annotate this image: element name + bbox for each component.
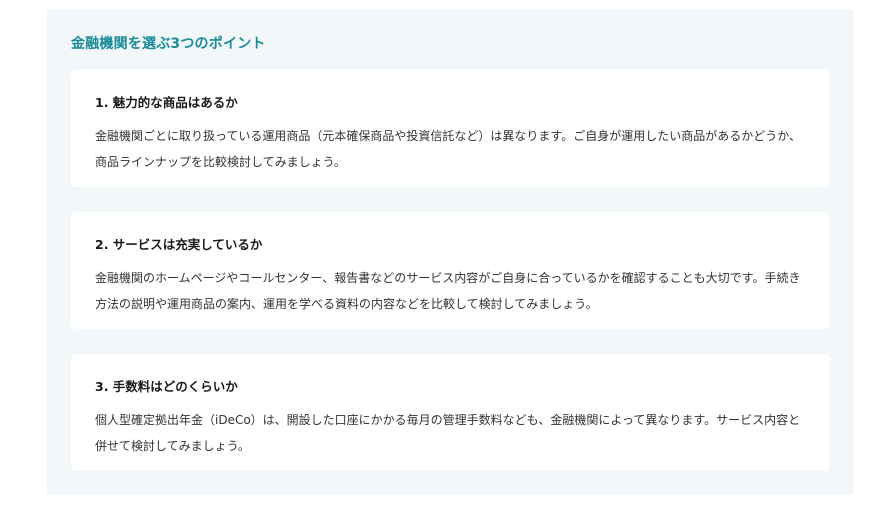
point-card-1: 1. 魅力的な商品はあるか 金融機関ごとに取り扱っている運用商品（元本確保商品や… [71,70,830,187]
point-card-2: 2. サービスは充実しているか 金融機関のホームページやコールセンター、報告書な… [71,212,830,329]
section-title: 金融機関を選ぶ3つのポイント [71,36,266,52]
point-description-2: 金融機関のホームページやコールセンター、報告書などのサービス内容がご自身に合って… [95,271,801,311]
point-title-1: 1. 魅力的な商品はあるか [95,95,238,110]
point-description-3: 個人型確定拠出年金（iDeCo）は、開設した口座にかかる毎月の管理手数料なども、… [95,413,801,453]
points-panel: 金融機関を選ぶ3つのポイント 1. 魅力的な商品はあるか 金融機関ごとに取り扱っ… [47,9,854,495]
point-title-2: 2. サービスは充実しているか [95,237,263,252]
point-card-3: 3. 手数料はどのくらいか 個人型確定拠出年金（iDeCo）は、開設した口座にか… [71,354,830,471]
point-description-1: 金融機関ごとに取り扱っている運用商品（元本確保商品や投資信託など）は異なります。… [95,129,801,169]
point-title-3: 3. 手数料はどのくらいか [95,379,238,394]
